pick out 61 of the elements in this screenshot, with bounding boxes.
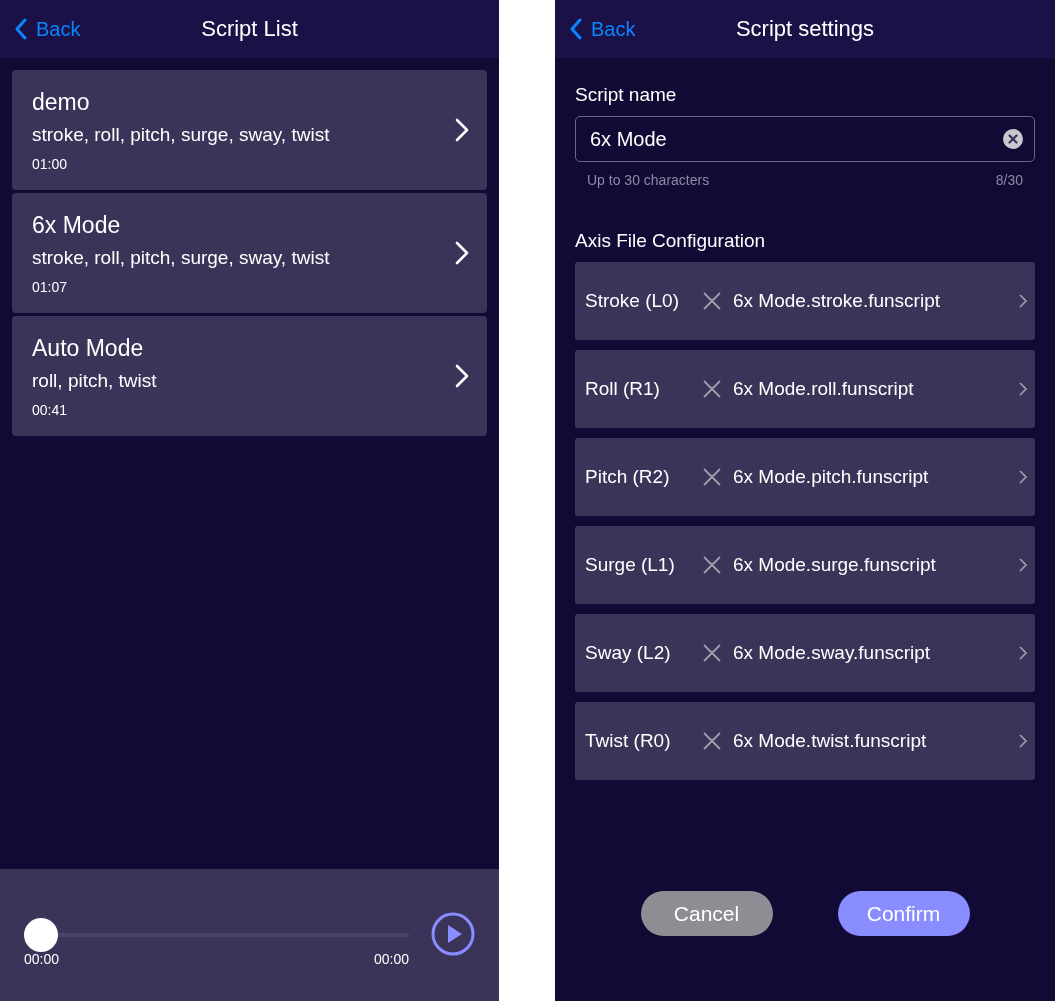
- character-counter: 8/30: [995, 172, 1023, 188]
- script-axes: roll, pitch, twist: [32, 369, 158, 392]
- axis-file: 6x Mode.stroke.funscript: [733, 290, 941, 312]
- remove-icon[interactable]: [703, 732, 721, 750]
- script-duration: 01:07: [32, 278, 69, 295]
- axis-file: 6x Mode.surge.funscript: [733, 554, 937, 576]
- axis-row[interactable]: Stroke (L0) 6x Mode.stroke.funscript: [575, 262, 1035, 340]
- section-title: Axis File Configuration: [575, 230, 767, 252]
- progress-slider[interactable]: [24, 918, 409, 952]
- script-card[interactable]: demo stroke, roll, pitch, surge, sway, twist 01:00: [12, 70, 487, 190]
- chevron-icon: [1019, 558, 1027, 572]
- chevron-icon: [455, 364, 469, 388]
- axis-file: 6x Mode.twist.funscript: [733, 730, 928, 752]
- axis-file: 6x Mode.roll.funscript: [733, 378, 915, 400]
- back-button[interactable]: Back: [14, 0, 81, 58]
- back-icon: [14, 18, 28, 40]
- screen-title: Script List: [201, 16, 298, 42]
- chevron-icon: [1019, 646, 1027, 660]
- script-axes: stroke, roll, pitch, surge, sway, twist: [32, 246, 331, 269]
- clear-icon[interactable]: [1003, 129, 1023, 149]
- chevron-icon: [1019, 294, 1027, 308]
- axis-row[interactable]: Twist (R0) 6x Mode.twist.funscript: [575, 702, 1035, 780]
- script-name: demo: [32, 88, 91, 116]
- script-name-field[interactable]: 6x Mode: [575, 116, 1035, 162]
- axis-file: 6x Mode.sway.funscript: [733, 642, 932, 664]
- field-hint: Up to 30 characters: [587, 172, 710, 188]
- axis-label: Twist (R0): [585, 730, 672, 752]
- field-label: Script name: [575, 84, 678, 106]
- script-duration: 01:00: [32, 155, 69, 172]
- chevron-icon: [455, 118, 469, 142]
- axis-row[interactable]: Pitch (R2) 6x Mode.pitch.funscript: [575, 438, 1035, 516]
- chevron-icon: [1019, 734, 1027, 748]
- script-name: 6x Mode: [32, 211, 122, 239]
- remove-icon[interactable]: [703, 468, 721, 486]
- total-time: 00:00: [373, 951, 409, 967]
- screen-title: Script settings: [735, 16, 875, 42]
- back-button[interactable]: Back: [569, 0, 636, 58]
- script-axes: stroke, roll, pitch, surge, sway, twist: [32, 123, 331, 146]
- script-card[interactable]: 6x Mode stroke, roll, pitch, surge, sway, twist 01:07: [12, 193, 487, 313]
- remove-icon[interactable]: [703, 644, 721, 662]
- axis-row[interactable]: Roll (R1) 6x Mode.roll.funscript: [575, 350, 1035, 428]
- axis-label: Stroke (L0): [585, 290, 680, 312]
- axis-label: Pitch (R2): [585, 466, 671, 488]
- slider-thumb[interactable]: [24, 918, 58, 952]
- remove-icon[interactable]: [703, 556, 721, 574]
- script-name: Auto Mode: [32, 334, 145, 362]
- axis-label: Sway (L2): [585, 642, 672, 664]
- script-card[interactable]: Auto Mode roll, pitch, twist 00:41: [12, 316, 487, 436]
- back-icon: [569, 18, 583, 40]
- script-duration: 00:41: [32, 401, 69, 418]
- axis-row[interactable]: Sway (L2) 6x Mode.sway.funscript: [575, 614, 1035, 692]
- remove-icon[interactable]: [703, 292, 721, 310]
- axis-file: 6x Mode.pitch.funscript: [733, 466, 930, 488]
- axis-row[interactable]: Surge (L1) 6x Mode.surge.funscript: [575, 526, 1035, 604]
- chevron-icon: [1019, 470, 1027, 484]
- axis-label: Roll (R1): [585, 378, 661, 400]
- remove-icon[interactable]: [703, 380, 721, 398]
- chevron-icon: [455, 241, 469, 265]
- elapsed-time: 00:00: [24, 951, 60, 967]
- axis-label: Surge (L1): [585, 554, 676, 576]
- chevron-icon: [1019, 382, 1027, 396]
